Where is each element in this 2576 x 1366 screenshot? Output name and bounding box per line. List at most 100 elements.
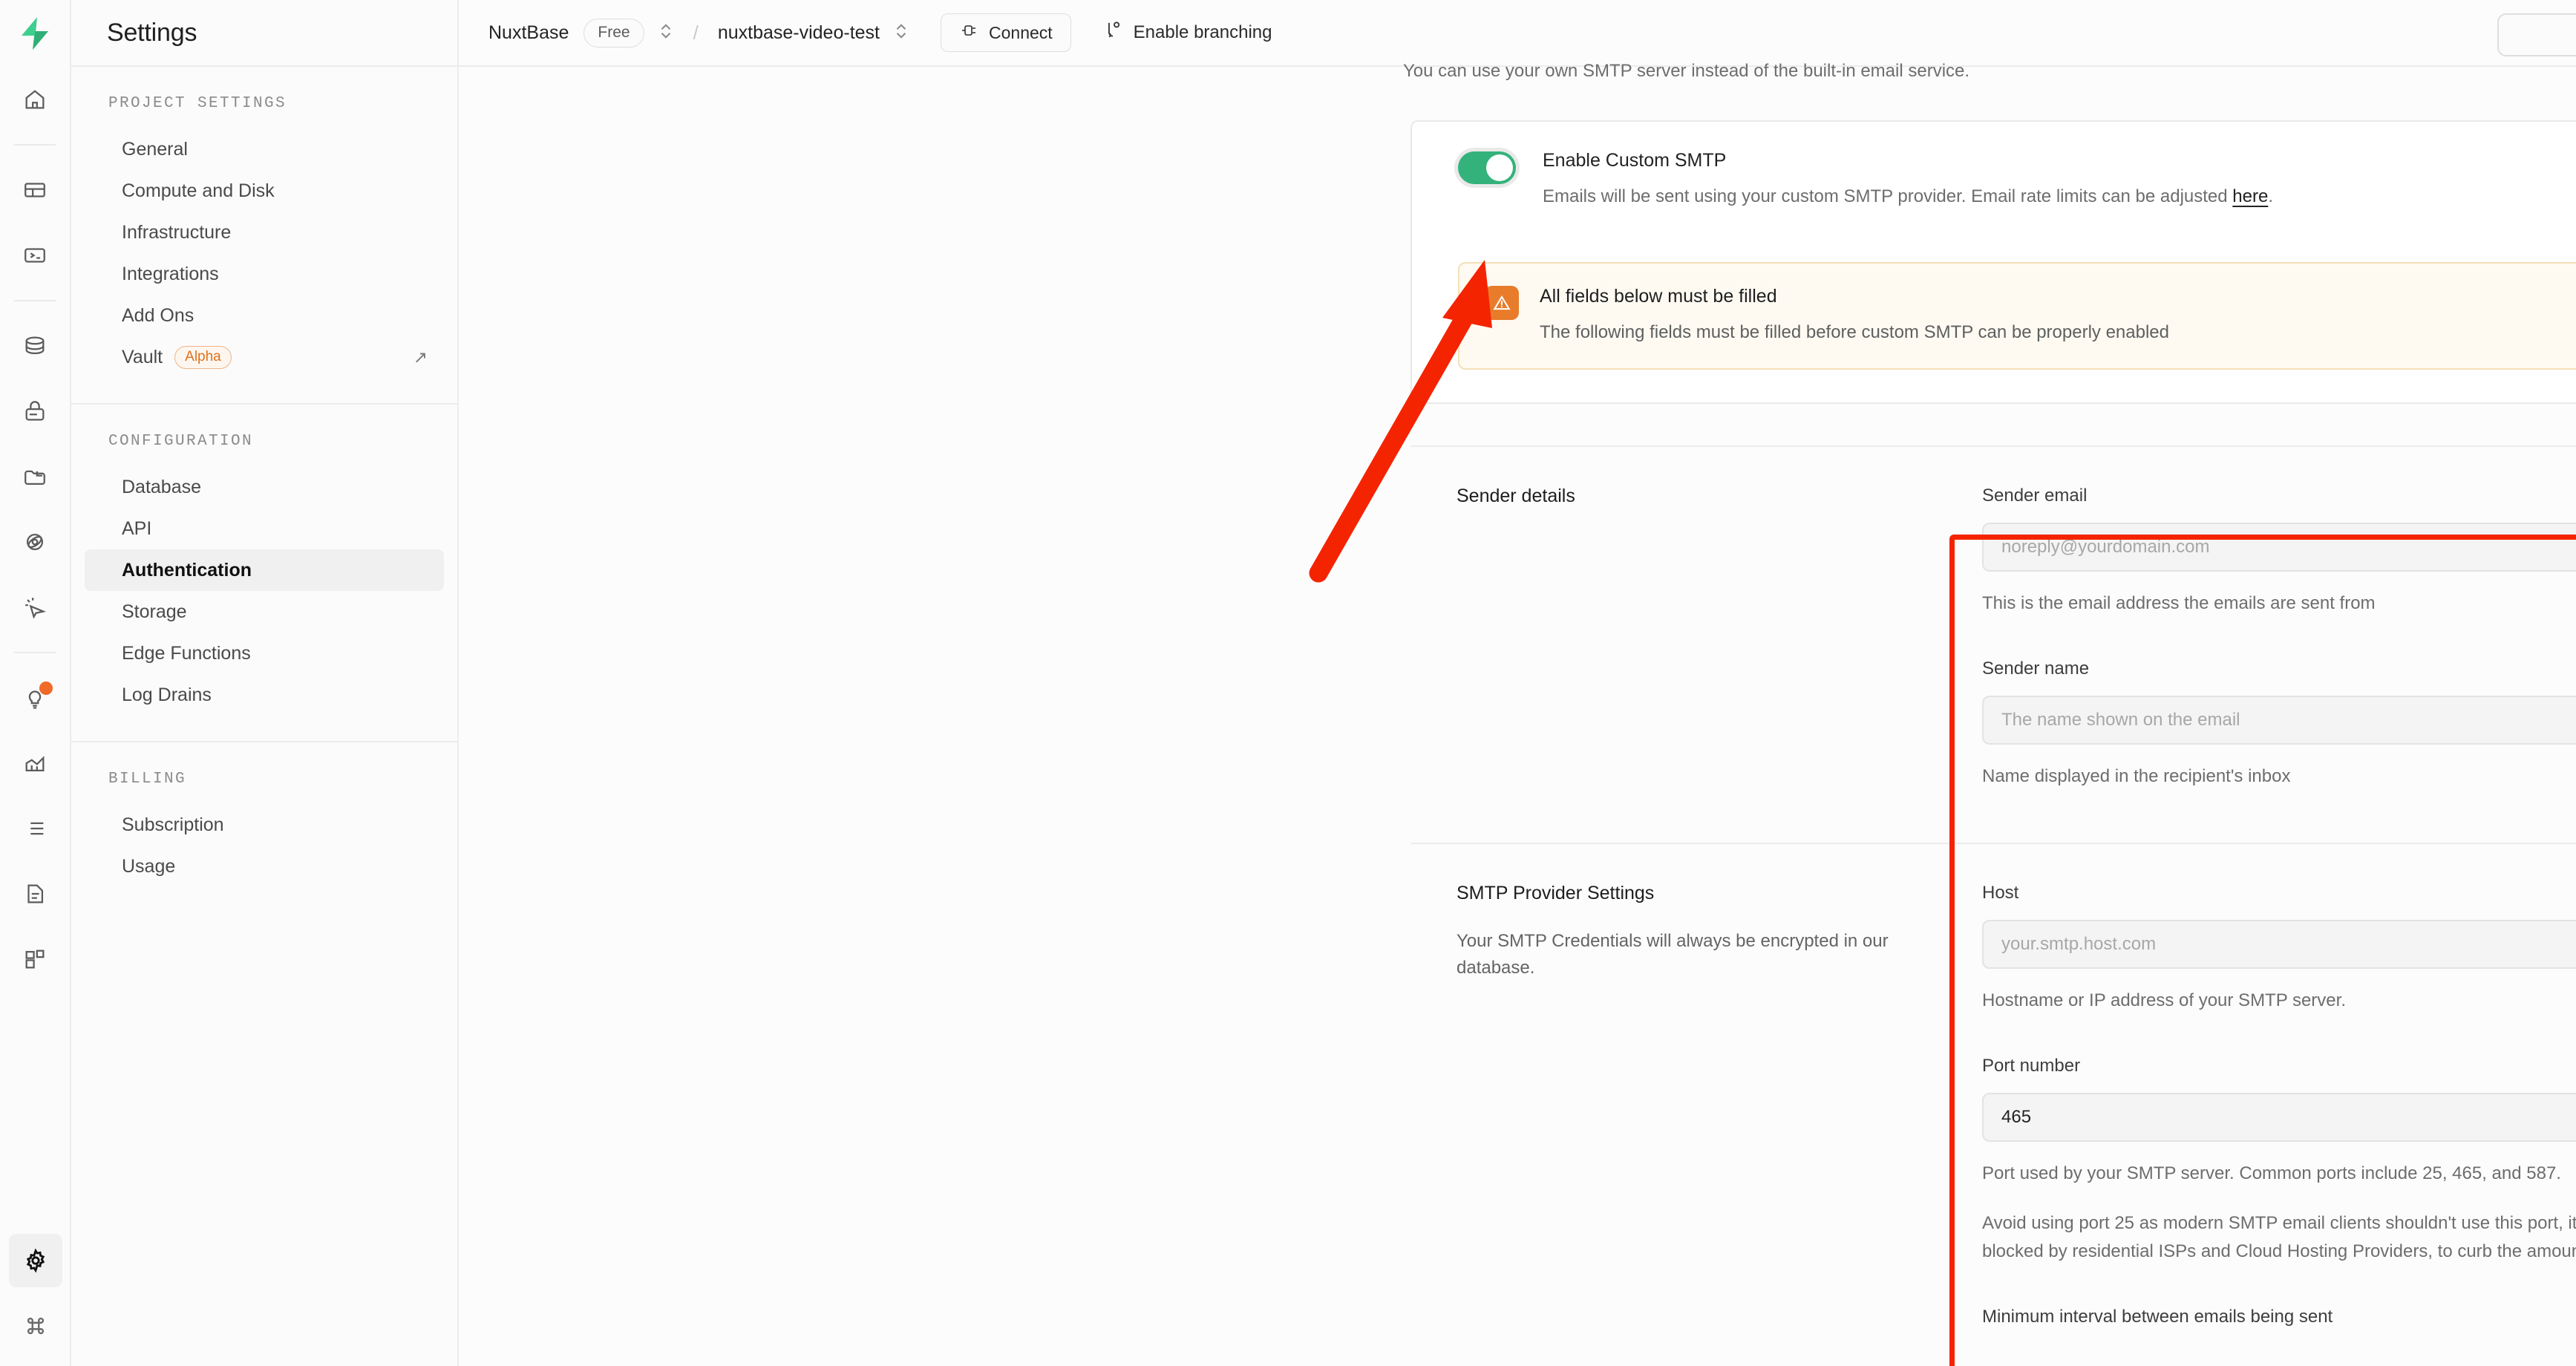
port-help-2: Avoid using port 25 as modern SMTP email… — [1982, 1213, 2576, 1261]
sender-email-input[interactable] — [1982, 523, 2576, 572]
port-field-group: Port number Port used by your SMTP serve… — [1982, 1056, 2576, 1265]
host-input[interactable] — [1982, 920, 2576, 969]
external-link-icon: ↗ — [413, 347, 428, 367]
enable-branching-button[interactable]: Enable branching — [1104, 20, 1272, 46]
advisors-icon[interactable] — [8, 671, 62, 725]
nav-group-project-settings: PROJECT SETTINGS General Compute and Dis… — [71, 67, 457, 405]
nav-group-configuration: CONFIGURATION Database API Authenticatio… — [71, 405, 457, 742]
annotation-arrow — [1309, 260, 1492, 583]
sidebar-item-usage[interactable]: Usage — [85, 846, 444, 887]
sender-email-field-group: Sender email This is the email address t… — [1982, 486, 2576, 617]
sender-details-section: Sender details Sender email This is the … — [1410, 445, 2576, 802]
nav-group-billing: BILLING Subscription Usage — [71, 742, 457, 912]
api-docs-icon[interactable] — [8, 867, 62, 921]
chevron-updown-icon[interactable] — [658, 21, 674, 45]
sidebar-item-label: Vault — [122, 346, 163, 367]
rail-divider — [14, 144, 56, 146]
enable-custom-smtp-toggle[interactable] — [1458, 151, 1516, 184]
status-badge: Alpha — [174, 345, 232, 369]
alert-body: The following fields must be filled befo… — [1540, 322, 2170, 342]
primary-icon-rail — [0, 0, 71, 1366]
enable-branching-label: Enable branching — [1133, 22, 1272, 42]
breadcrumb-topbar: NuxtBase Free / nuxtbase-video-test Conn… — [459, 0, 2576, 67]
storage-icon[interactable] — [8, 450, 62, 503]
description-text-after: . — [2268, 186, 2273, 206]
description-text-before: Emails will be sent using your custom SM… — [1543, 186, 2233, 206]
supabase-logo-icon[interactable] — [0, 0, 70, 67]
sender-details-fields: Sender email This is the email address t… — [1982, 486, 2576, 802]
breadcrumb-project[interactable]: nuxtbase-video-test — [718, 22, 880, 44]
sender-email-help: This is the email address the emails are… — [1982, 593, 2376, 613]
sidebar-item-storage[interactable]: Storage — [85, 591, 444, 633]
sender-name-field-group: Sender name Name displayed in the recipi… — [1982, 659, 2576, 790]
rail-divider — [14, 300, 56, 301]
sender-name-label: Sender name — [1982, 659, 2090, 679]
app-root: Settings PROJECT SETTINGS General Comput… — [0, 0, 2576, 1366]
database-icon[interactable] — [8, 319, 62, 373]
sidebar-item-edge-functions[interactable]: Edge Functions — [85, 633, 444, 674]
breadcrumb-org[interactable]: NuxtBase — [488, 22, 569, 44]
table-editor-icon[interactable] — [8, 163, 62, 217]
interval-field-group: Minimum interval between emails being se… — [1982, 1307, 2576, 1327]
sidebar-item-subscription[interactable]: Subscription — [85, 804, 444, 846]
sidebar-item-log-drains[interactable]: Log Drains — [85, 674, 444, 716]
reports-icon[interactable] — [8, 736, 62, 790]
sidebar-item-label: Authentication — [122, 559, 252, 581]
breadcrumb-separator: / — [693, 21, 699, 44]
nav-group-title: BILLING — [108, 771, 187, 788]
provider-fields: Host Hostname or IP address of your SMTP… — [1982, 883, 2576, 1366]
gear-icon[interactable] — [9, 1234, 62, 1287]
branch-icon — [1104, 20, 1122, 46]
command-icon[interactable] — [9, 1299, 62, 1353]
alert-title: All fields below must be filled — [1540, 286, 1777, 307]
sidebar-item-integrations[interactable]: Integrations — [85, 253, 444, 295]
sidebar-item-label: Subscription — [122, 814, 224, 835]
enable-custom-smtp-label: Enable Custom SMTP — [1543, 150, 1727, 171]
sidebar-item-api[interactable]: API — [85, 508, 444, 549]
page-title: Settings — [107, 18, 197, 47]
sidebar-item-general[interactable]: General — [85, 128, 444, 170]
host-label: Host — [1982, 883, 2019, 903]
interval-label: Minimum interval between emails being se… — [1982, 1306, 2333, 1327]
port-input[interactable] — [1982, 1093, 2576, 1143]
sidebar-item-authentication[interactable]: Authentication — [85, 549, 444, 591]
connect-label: Connect — [989, 22, 1053, 42]
sql-editor-icon[interactable] — [8, 229, 62, 282]
sidebar-item-label: Usage — [122, 855, 176, 877]
sidebar-item-label: Log Drains — [122, 684, 212, 705]
sidebar-item-label: Database — [122, 476, 202, 497]
smtp-settings-content: You can use your own SMTP server instead… — [459, 61, 2576, 1366]
settings-sidebar: Settings PROJECT SETTINGS General Comput… — [71, 0, 459, 1366]
enable-custom-smtp-description: Emails will be sent using your custom SM… — [1543, 186, 2273, 207]
smtp-provider-settings-section: SMTP Provider Settings Your SMTP Credent… — [1410, 843, 2576, 1366]
chevron-updown-icon[interactable] — [893, 21, 909, 45]
home-icon[interactable] — [8, 73, 62, 126]
sidebar-item-label: Storage — [122, 601, 187, 622]
connect-button[interactable]: Connect — [941, 13, 1071, 52]
integrations-icon[interactable] — [8, 932, 62, 986]
sender-name-help: Name displayed in the recipient's inbox — [1982, 766, 2291, 787]
notification-dot — [39, 682, 53, 695]
sidebar-item-vault[interactable]: Vault Alpha ↗ — [85, 336, 444, 378]
settings-header: Settings — [71, 0, 457, 67]
edge-functions-icon[interactable] — [8, 581, 62, 634]
logs-icon[interactable] — [8, 802, 62, 855]
sender-name-input[interactable] — [1982, 696, 2576, 745]
nav-group-title: CONFIGURATION — [108, 433, 254, 450]
sidebar-item-infrastructure[interactable]: Infrastructure — [85, 212, 444, 253]
sidebar-item-compute-and-disk[interactable]: Compute and Disk — [85, 170, 444, 212]
sidebar-item-label: Compute and Disk — [122, 180, 275, 201]
realtime-icon[interactable] — [8, 515, 62, 569]
host-field-group: Host Hostname or IP address of your SMTP… — [1982, 883, 2576, 1014]
sidebar-item-database[interactable]: Database — [85, 466, 444, 508]
plan-badge: Free — [583, 18, 644, 48]
auth-icon[interactable] — [8, 385, 62, 438]
rail-bottom-group — [0, 1228, 71, 1359]
rate-limits-link[interactable]: here — [2232, 186, 2268, 206]
sidebar-item-label: API — [122, 517, 152, 539]
topbar-right-button[interactable] — [2497, 13, 2576, 56]
sender-email-label: Sender email — [1982, 486, 2088, 506]
rail-divider — [14, 652, 56, 653]
sidebar-item-add-ons[interactable]: Add Ons — [85, 295, 444, 336]
provider-description: Your SMTP Credentials will always be enc… — [1457, 931, 1889, 978]
